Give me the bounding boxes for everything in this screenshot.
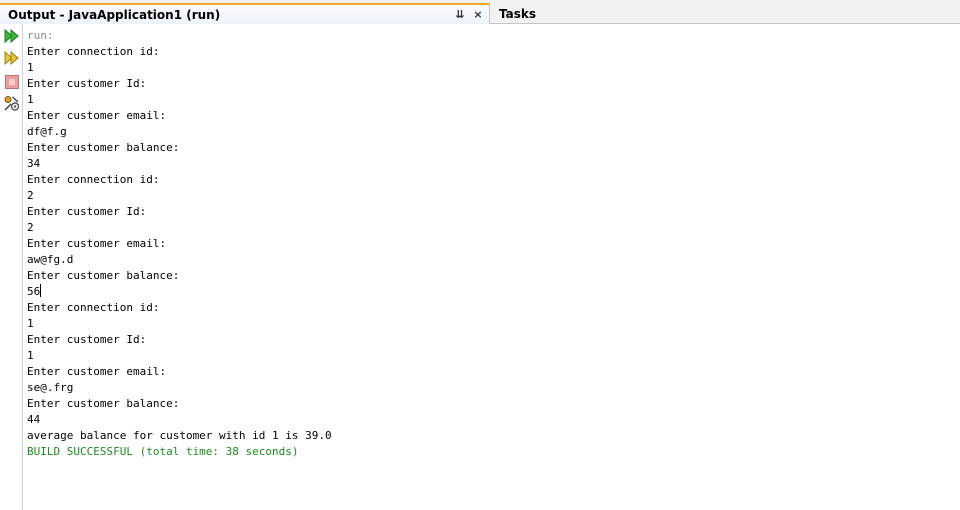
console-line: 2	[27, 221, 34, 234]
tab-bar: Output - JavaApplication1 (run) ⇊ × Task…	[0, 0, 960, 24]
text-caret	[40, 284, 42, 297]
rerun-button[interactable]	[3, 27, 20, 44]
tab-output[interactable]: Output - JavaApplication1 (run) ⇊ ×	[0, 3, 490, 24]
tab-tasks-label: Tasks	[499, 7, 537, 21]
console-line: 2	[27, 189, 34, 202]
console-line: Enter connection id:	[27, 301, 160, 314]
console-line: Enter customer email:	[27, 365, 167, 378]
output-settings-button[interactable]	[3, 95, 20, 112]
console-line: average balance for customer with id 1 i…	[27, 429, 332, 442]
console-line: 1	[27, 93, 34, 106]
console-line: Enter customer email:	[27, 237, 167, 250]
console-line: 34	[27, 157, 41, 170]
console-input-line: 56	[27, 284, 957, 300]
console-line: Enter customer Id:	[27, 77, 147, 90]
console-line: Enter customer Id:	[27, 205, 147, 218]
stop-icon	[4, 74, 19, 89]
console-line: Enter connection id:	[27, 45, 160, 58]
output-toolbar	[0, 24, 23, 510]
console-line: Enter customer Id:	[27, 333, 147, 346]
console-line: 1	[27, 317, 34, 330]
rerun-icon	[4, 28, 19, 43]
console-line: aw@fg.d	[27, 253, 74, 266]
console-line: Enter connection id:	[27, 173, 160, 186]
rerun-with-options-button[interactable]	[3, 49, 20, 66]
console-line: 1	[27, 61, 34, 74]
console-line: se@.frg	[27, 381, 74, 394]
console-line: Enter customer balance:	[27, 269, 180, 282]
console-line: Enter customer balance:	[27, 141, 180, 154]
console-line: Enter customer email:	[27, 109, 167, 122]
tab-output-label: Output - JavaApplication1 (run)	[8, 7, 221, 22]
build-status-line: BUILD SUCCESSFUL (total time: 38 seconds…	[27, 445, 299, 458]
stop-button[interactable]	[3, 73, 20, 90]
dropdown-icon[interactable]: ⇊	[453, 8, 467, 22]
console-line: df@f.g	[27, 125, 67, 138]
run-line: run:	[27, 29, 54, 42]
console-input-value: 56	[27, 285, 41, 298]
tab-tasks[interactable]: Tasks	[495, 4, 536, 24]
console-line: Enter customer balance:	[27, 397, 180, 410]
console-line: 1	[27, 349, 34, 362]
console-output[interactable]: run: Enter connection id: 1 Enter custom…	[27, 28, 957, 508]
console-line: 44	[27, 413, 41, 426]
output-settings-icon	[4, 96, 20, 111]
close-icon[interactable]: ×	[471, 8, 485, 22]
rerun-with-options-icon	[4, 50, 19, 65]
